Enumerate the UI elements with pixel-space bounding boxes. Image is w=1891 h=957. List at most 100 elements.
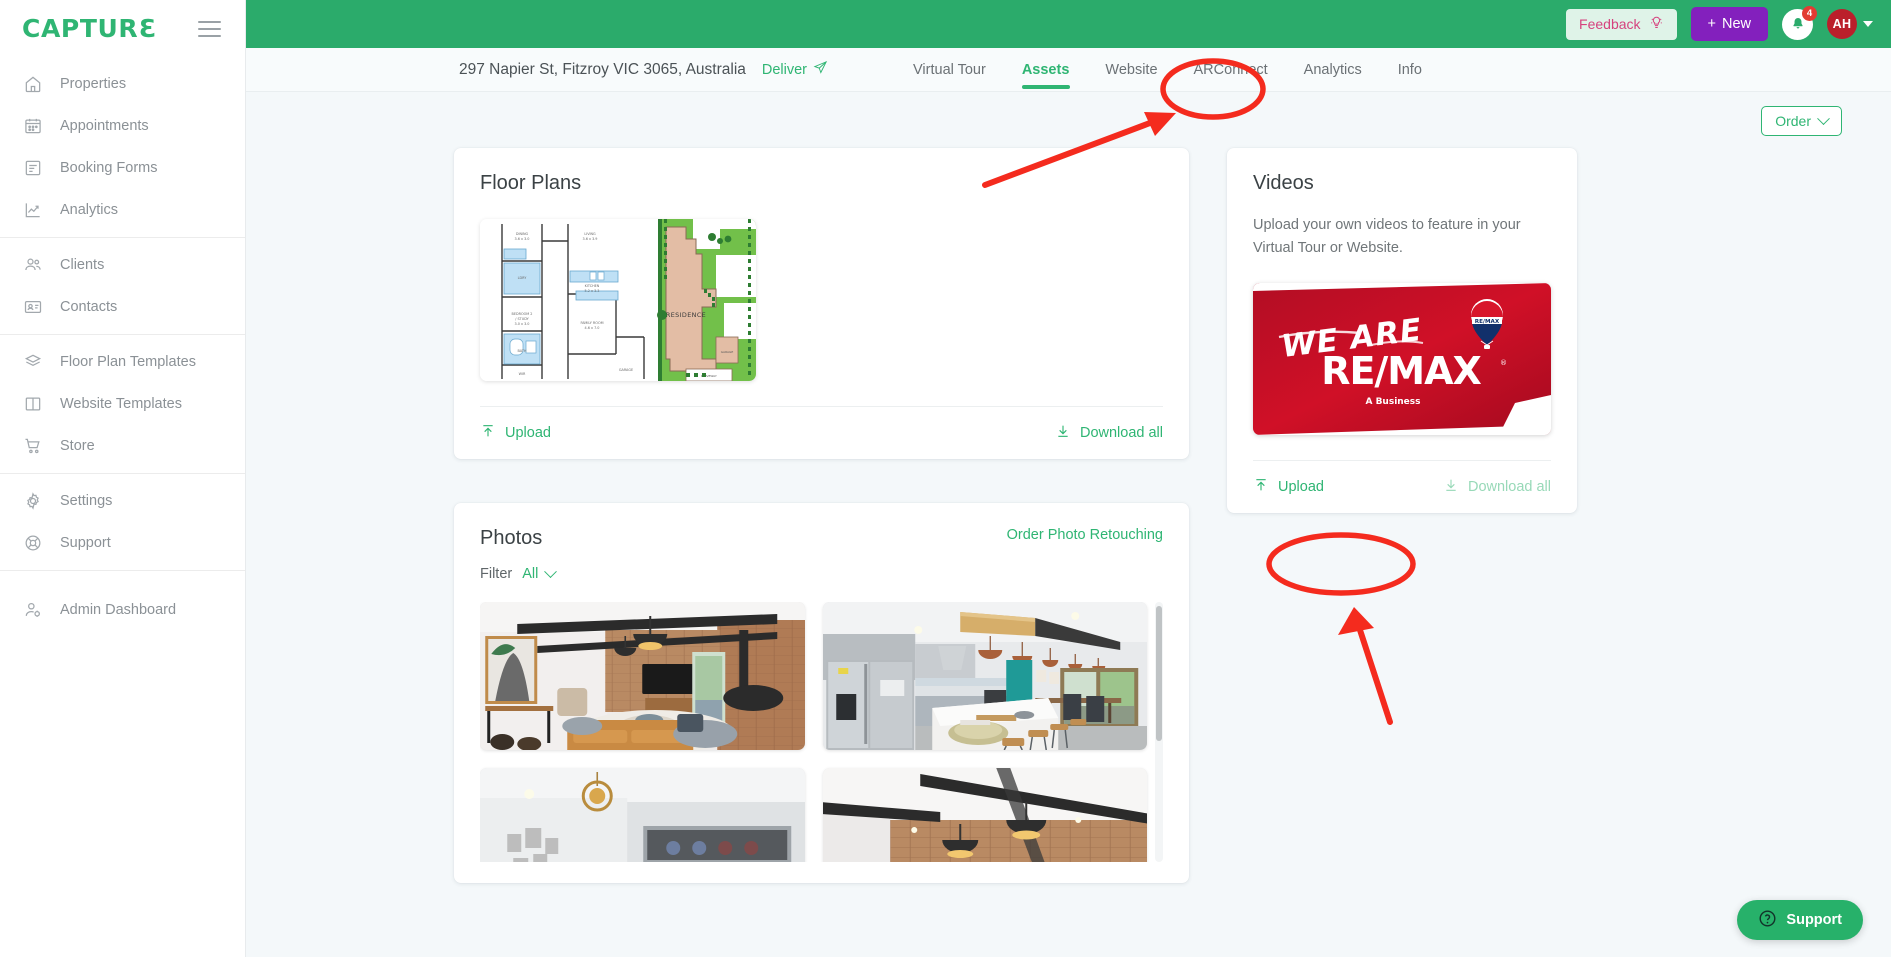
remax-video-image: RE/MAX WE ARE RE/MAX ® A Business <box>1253 282 1551 435</box>
photos-card: Photos Order Photo Retouching Filter All <box>454 503 1189 883</box>
lightbulb-icon <box>1649 15 1664 33</box>
photos-scroll-area[interactable] <box>480 602 1163 862</box>
sidebar-item-appointments[interactable]: Appointments <box>0 105 245 147</box>
layout-columns-icon <box>22 393 44 415</box>
living-room-photo <box>480 602 805 750</box>
floor-plan-image: DINING3.6 x 3.0 LIVING3.6 x 3.9 LDRY BED… <box>480 219 756 381</box>
kitchen-photo <box>822 602 1147 750</box>
videos-actions: Upload Download all <box>1253 459 1551 513</box>
svg-text:LDRY: LDRY <box>518 276 528 280</box>
tab-label: Website <box>1105 61 1158 78</box>
sidebar-item-admin-dashboard[interactable]: Admin Dashboard <box>0 589 245 631</box>
tab-label: Analytics <box>1303 61 1362 78</box>
filter-value: All <box>522 566 539 582</box>
support-widget-button[interactable]: Support <box>1737 900 1863 940</box>
order-button[interactable]: Order <box>1761 106 1842 136</box>
form-icon <box>22 157 44 179</box>
videos-upload-link[interactable]: Upload <box>1253 477 1324 497</box>
photo-thumbnail[interactable] <box>822 602 1147 750</box>
download-label: Download all <box>1079 425 1163 441</box>
support-widget-label: Support <box>1786 912 1842 928</box>
sidebar-item-booking-forms[interactable]: Booking Forms <box>0 147 245 189</box>
chevron-down-icon <box>1863 21 1873 27</box>
top-header-bar: Feedback + New 4 AH <box>246 0 1891 48</box>
svg-text:FAMILY ROOM: FAMILY ROOM <box>580 321 603 325</box>
upload-label: Upload <box>1278 478 1324 495</box>
sidebar-item-properties[interactable]: Properties <box>0 63 245 105</box>
floor-plan-thumbnail[interactable]: DINING 3.6 x 3.0 LIVING 3.6 x 3.9 LDRY BED… <box>480 219 756 381</box>
tab-label: ARConnect <box>1193 61 1268 78</box>
svg-text:RESIDENCE: RESIDENCE <box>666 311 706 319</box>
logo-text-reversed: 3 <box>138 14 157 43</box>
video-thumbnail[interactable]: RE/MAX WE ARE RE/MAX ® A Business <box>1253 282 1551 435</box>
sidebar-header: CAPTUR 3 <box>0 0 245 57</box>
tab-info[interactable]: Info <box>1380 48 1440 92</box>
users-icon <box>22 254 44 276</box>
tab-virtual-tour[interactable]: Virtual Tour <box>895 48 1004 92</box>
calendar-icon <box>22 115 44 137</box>
sidebar-item-website-templates[interactable]: Website Templates <box>0 383 245 425</box>
contact-card-icon <box>22 296 44 318</box>
tab-website[interactable]: Website <box>1087 48 1175 92</box>
feedback-button[interactable]: Feedback <box>1566 8 1677 40</box>
shopping-cart-icon <box>22 435 44 457</box>
sidebar-group-system: Settings Support <box>0 473 245 570</box>
floor-plans-download-all-link[interactable]: Download all <box>1055 423 1163 443</box>
floor-plans-actions: Upload Download all <box>480 406 1163 459</box>
upload-arrow-icon <box>480 423 496 443</box>
sidebar-group-admin: Admin Dashboard <box>0 570 245 637</box>
user-menu[interactable]: AH <box>1827 9 1873 39</box>
photo-thumbnail[interactable] <box>480 768 805 862</box>
svg-text:3.0 x 3.0: 3.0 x 3.0 <box>515 322 530 326</box>
sidebar-item-contacts[interactable]: Contacts <box>0 286 245 328</box>
sidebar-item-floor-plan-templates[interactable]: Floor Plan Templates <box>0 341 245 383</box>
sidebar-item-store[interactable]: Store <box>0 425 245 467</box>
svg-text:GARAGE: GARAGE <box>721 350 734 354</box>
tab-assets[interactable]: Assets <box>1004 48 1088 92</box>
photos-header: Photos Order Photo Retouching <box>480 527 1163 550</box>
deliver-button[interactable]: Deliver <box>762 60 828 79</box>
sidebar-item-label: Contacts <box>60 299 118 315</box>
svg-text:5.2 x 3.3: 5.2 x 3.3 <box>585 289 600 293</box>
sidebar-item-support[interactable]: Support <box>0 522 245 564</box>
photo-thumbnail[interactable] <box>822 768 1147 862</box>
floor-plans-card: Floor Plans DINING 3.6 x 3.0 LIVING 3.6 … <box>454 148 1189 459</box>
new-button[interactable]: + New <box>1690 7 1768 41</box>
sidebar-item-label: Appointments <box>60 118 149 134</box>
floor-plans-upload-link[interactable]: Upload <box>480 423 551 443</box>
sidebar-item-label: Floor Plan Templates <box>60 354 196 370</box>
videos-download-all-link[interactable]: Download all <box>1443 477 1551 497</box>
hamburger-icon[interactable] <box>194 17 225 41</box>
assets-content: Order Floor Plans DINING 3.6 x 3.0 LIVIN… <box>246 92 1891 957</box>
avatar: AH <box>1827 9 1857 39</box>
photos-filter-row: Filter All <box>480 564 1163 582</box>
app-root: CAPTUR 3 Properties Appointments Booking… <box>0 0 1891 957</box>
layers-icon <box>22 351 44 373</box>
videos-title: Videos <box>1253 172 1314 194</box>
svg-text:BATH: BATH <box>517 349 526 353</box>
photos-filter-dropdown[interactable]: All <box>522 564 558 582</box>
plus-icon: + <box>1707 16 1716 32</box>
chevron-down-icon <box>544 564 558 578</box>
tab-analytics[interactable]: Analytics <box>1286 48 1380 92</box>
photo-thumbnail[interactable] <box>480 602 805 750</box>
sidebar-item-label: Properties <box>60 76 127 92</box>
notifications-button[interactable]: 4 <box>1782 5 1817 40</box>
sidebar-item-clients[interactable]: Clients <box>0 244 245 286</box>
tab-arconnect[interactable]: ARConnect <box>1176 48 1286 92</box>
hallway-photo <box>480 768 805 862</box>
paper-plane-icon <box>813 60 828 79</box>
notification-badge: 4 <box>1802 5 1817 21</box>
photos-scrollbar-thumb[interactable] <box>1156 606 1162 741</box>
main-area: Feedback + New 4 AH 297 Napier St, Fitzr… <box>246 0 1891 957</box>
property-subheader: 297 Napier St, Fitzroy VIC 3065, Austral… <box>246 48 1891 92</box>
sidebar-item-analytics[interactable]: Analytics <box>0 189 245 231</box>
chevron-down-icon <box>1817 111 1830 125</box>
photos-scrollbar[interactable] <box>1155 602 1163 862</box>
svg-text:LIVING: LIVING <box>584 232 596 236</box>
order-photo-retouching-link[interactable]: Order Photo Retouching <box>1007 527 1163 543</box>
home-icon <box>22 73 44 95</box>
svg-text:A Business: A Business <box>1365 397 1420 407</box>
app-logo[interactable]: CAPTUR 3 <box>22 14 156 43</box>
sidebar-item-settings[interactable]: Settings <box>0 480 245 522</box>
